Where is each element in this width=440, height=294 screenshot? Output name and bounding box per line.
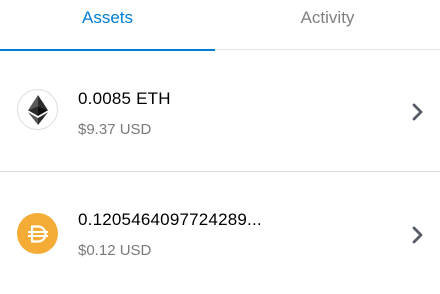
tab-assets-label: Assets	[81, 8, 134, 27]
tab-activity-label: Activity	[300, 8, 355, 27]
asset-balance: 0.0085 ETH	[78, 89, 171, 108]
asset-row-eth[interactable]: 0.0085 ETH $9.37 USD	[0, 51, 440, 172]
asset-balance: 0.1205464097724289...	[78, 210, 262, 229]
asset-fiat-value: $9.37 USD	[78, 121, 152, 138]
chevron-right-icon	[409, 225, 425, 245]
asset-row-dai[interactable]: 0.1205464097724289... $0.12 USD	[0, 173, 440, 294]
tab-bar: Assets Activity	[0, 0, 440, 51]
dai-icon	[17, 213, 58, 254]
asset-fiat-value: $0.12 USD	[78, 242, 152, 259]
tab-assets[interactable]: Assets	[0, 0, 215, 51]
tab-activity[interactable]: Activity	[215, 0, 440, 50]
chevron-right-icon	[409, 102, 425, 122]
ethereum-icon	[17, 89, 58, 130]
